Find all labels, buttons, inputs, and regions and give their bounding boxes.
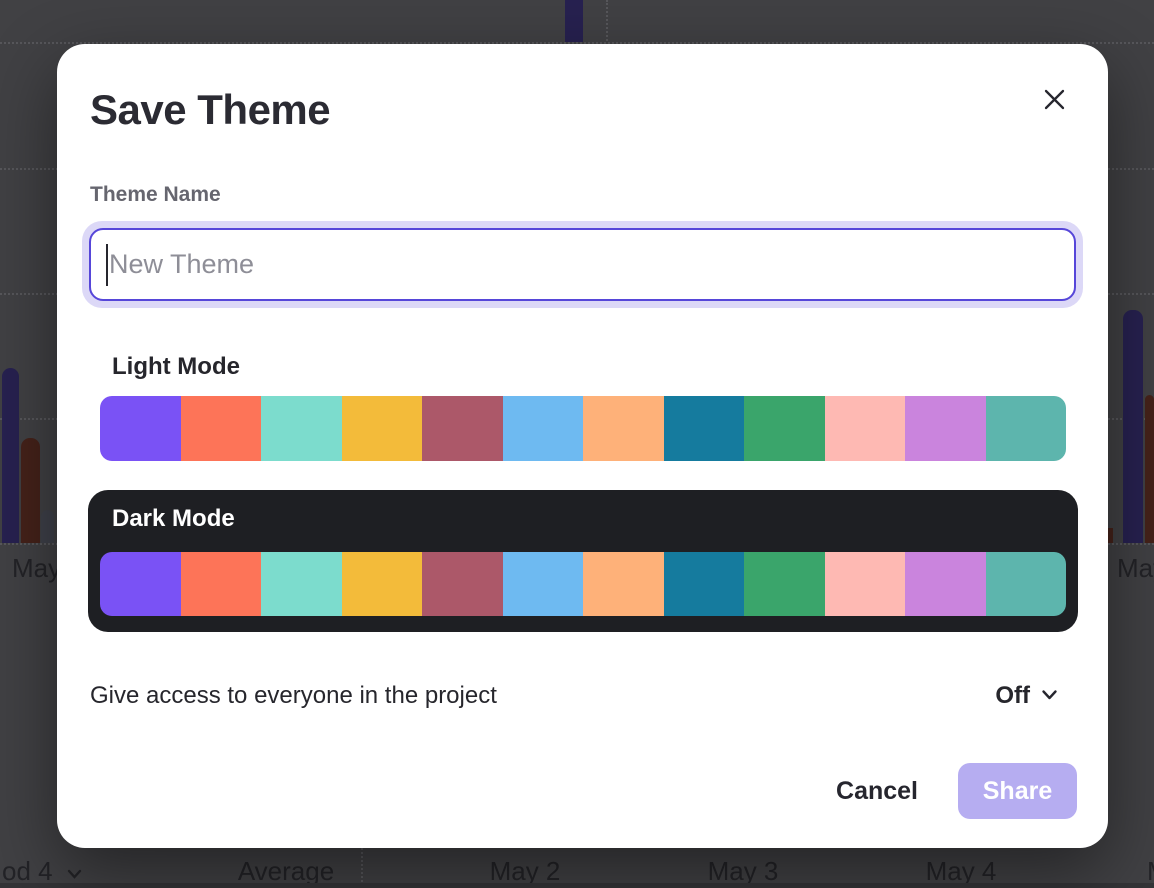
text-cursor	[106, 244, 108, 286]
theme-name-label: Theme Name	[90, 183, 221, 207]
access-label: Give access to everyone in the project	[90, 682, 497, 710]
chevron-down-icon	[1041, 689, 1058, 704]
chart-vertical-gridline	[361, 848, 363, 886]
palette-swatch	[825, 552, 906, 616]
close-button[interactable]	[1033, 80, 1075, 122]
chart-bar	[1123, 310, 1143, 543]
dialog-title: Save Theme	[90, 86, 330, 134]
chart-bar	[2, 368, 19, 543]
axis-label-period-text: od 4	[2, 856, 53, 886]
axis-label-month-left: May	[12, 553, 61, 584]
dark-mode-card: Dark Mode	[88, 490, 1078, 632]
palette-swatch	[986, 552, 1067, 616]
chart-bar	[41, 510, 54, 543]
close-icon	[1043, 88, 1066, 114]
palette-swatch	[664, 552, 745, 616]
palette-swatch	[986, 396, 1067, 461]
palette-swatch	[503, 552, 584, 616]
palette-swatch	[100, 552, 181, 616]
palette-swatch	[905, 552, 986, 616]
palette-swatch	[583, 552, 664, 616]
chart-bar	[565, 0, 583, 42]
palette-swatch	[181, 552, 262, 616]
cancel-button[interactable]: Cancel	[836, 777, 918, 806]
access-dropdown[interactable]: Off	[995, 682, 1058, 710]
palette-swatch	[181, 396, 262, 461]
chart-bar	[1145, 395, 1154, 543]
dark-mode-heading: Dark Mode	[112, 505, 235, 533]
dark-mode-palette	[100, 552, 1066, 616]
theme-name-input[interactable]	[91, 230, 1074, 299]
light-mode-heading: Light Mode	[112, 353, 240, 381]
theme-name-field-frame	[89, 228, 1076, 301]
access-row: Give access to everyone in the project O…	[90, 676, 1058, 716]
palette-swatch	[583, 396, 664, 461]
share-button[interactable]: Share	[958, 763, 1077, 819]
palette-swatch	[664, 396, 745, 461]
save-theme-dialog: Save Theme Theme Name Light Mode Dark Mo…	[57, 44, 1108, 848]
palette-swatch	[905, 396, 986, 461]
palette-swatch	[342, 396, 423, 461]
palette-swatch	[503, 396, 584, 461]
palette-swatch	[422, 396, 503, 461]
palette-swatch	[100, 396, 181, 461]
palette-swatch	[744, 552, 825, 616]
palette-swatch	[261, 552, 342, 616]
chart-bottom-edge	[0, 883, 1154, 888]
palette-swatch	[261, 396, 342, 461]
theme-name-focus-ring	[82, 221, 1083, 308]
chart-bar	[1108, 528, 1113, 543]
light-mode-palette	[100, 396, 1066, 461]
dialog-footer: Cancel Share	[836, 763, 1077, 819]
palette-swatch	[422, 552, 503, 616]
axis-label-month-right: May	[1117, 553, 1154, 584]
chart-vertical-gridline	[606, 0, 608, 41]
palette-swatch	[825, 396, 906, 461]
palette-swatch	[342, 552, 423, 616]
chart-bar	[21, 438, 40, 543]
palette-swatch	[744, 396, 825, 461]
access-value: Off	[995, 682, 1030, 710]
